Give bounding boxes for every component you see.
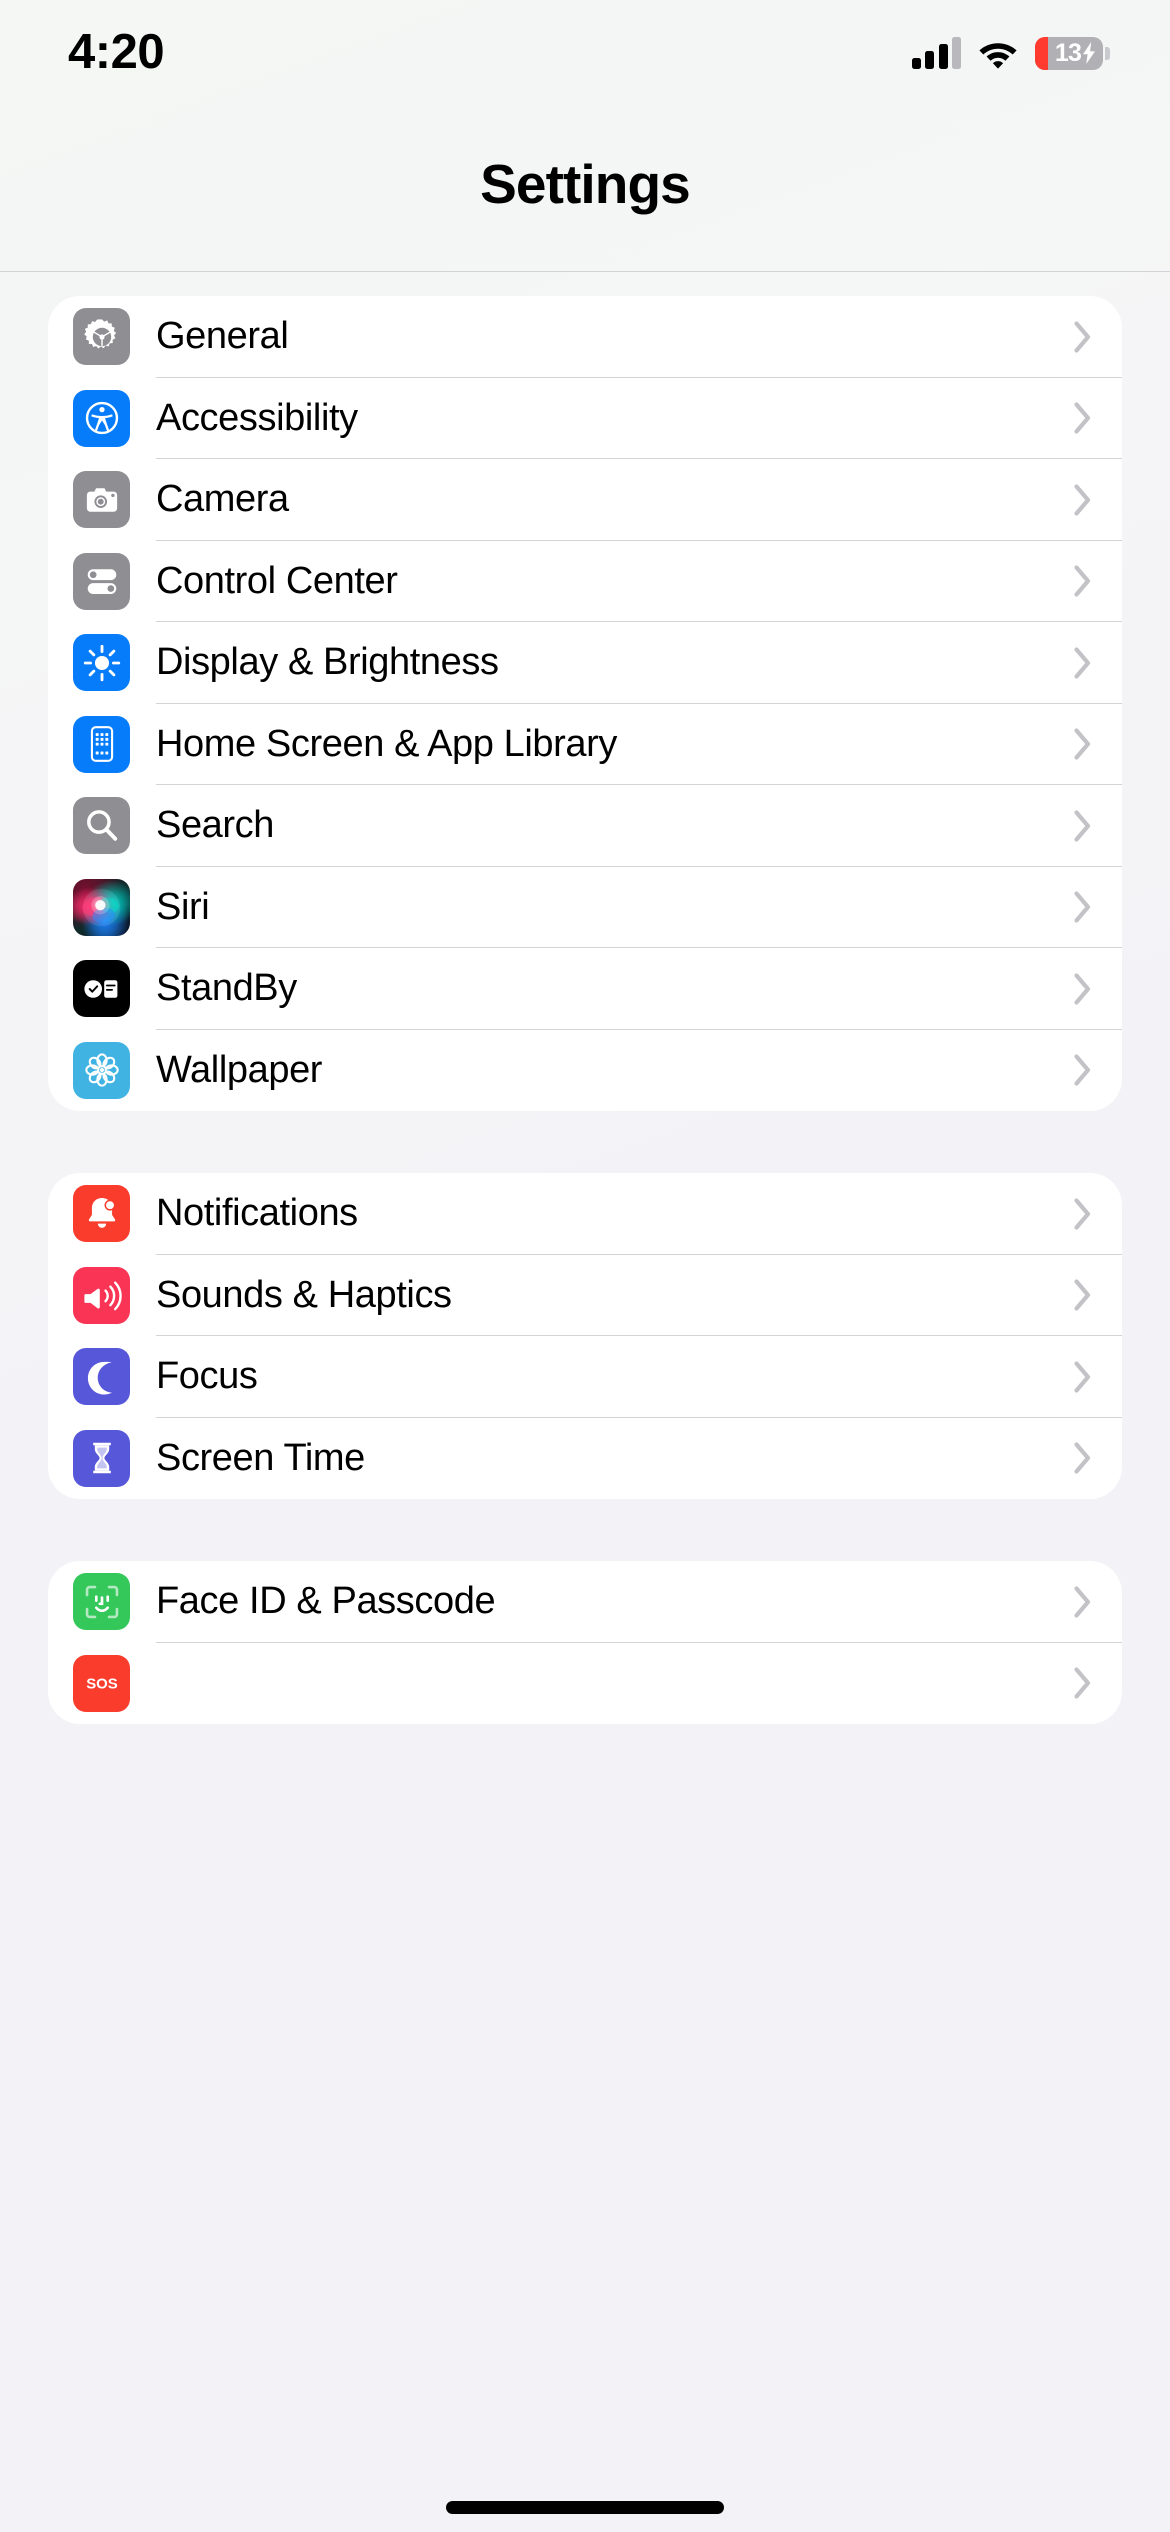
settings-row-label: StandBy: [156, 967, 297, 1010]
status-bar: 4:20 13: [0, 0, 1170, 96]
settings-row-label: Camera: [156, 478, 289, 521]
settings-row[interactable]: Camera: [48, 459, 1122, 541]
settings-row-label: Siri: [156, 885, 210, 928]
settings-row-label: Screen Time: [156, 1436, 365, 1479]
navigation-bar: Settings: [0, 96, 1170, 272]
settings-row-label: Display & Brightness: [156, 641, 499, 684]
settings-row[interactable]: Siri: [48, 867, 1122, 948]
chevron-right-icon: [1074, 565, 1092, 597]
siri-orb-icon: [73, 878, 130, 936]
settings-row[interactable]: Focus: [48, 1336, 1122, 1418]
flower-pattern-icon: [73, 1041, 130, 1099]
battery-charging-icon: 13: [1035, 36, 1110, 70]
cellular-signal-icon: [911, 37, 961, 69]
chevron-right-icon: [1074, 1198, 1092, 1230]
settings-row[interactable]: Face ID & Passcode: [48, 1561, 1122, 1643]
app-grid-phone-icon: [73, 715, 130, 773]
chevron-right-icon: [1074, 1279, 1092, 1311]
page-title: Settings: [480, 152, 691, 215]
sun-brightness-icon: [73, 634, 130, 692]
battery-body: 13: [1035, 36, 1103, 70]
wifi-icon: [979, 42, 1017, 69]
home-indicator-bar[interactable]: [446, 2501, 724, 2514]
hourglass-icon: [73, 1429, 130, 1487]
status-bar-icons: 13: [911, 36, 1110, 70]
settings-row[interactable]: SOS: [48, 1643, 1122, 1725]
settings-row[interactable]: Display & Brightness: [48, 622, 1122, 704]
chevron-right-icon: [1074, 321, 1092, 353]
chevron-right-icon: [1074, 728, 1092, 760]
settings-row[interactable]: Notifications: [48, 1173, 1122, 1255]
toggles-icon: [73, 552, 130, 610]
bell-badge-icon: [73, 1185, 130, 1243]
chevron-right-icon: [1074, 402, 1092, 434]
magnifier-icon: [73, 797, 130, 855]
settings-row[interactable]: Accessibility: [48, 378, 1122, 459]
settings-list[interactable]: General Accessibility Camera Control Cen…: [0, 273, 1170, 2532]
settings-row-label: Sounds & Haptics: [156, 1273, 452, 1316]
chevron-right-icon: [1074, 1054, 1092, 1086]
settings-row-label: Home Screen & App Library: [156, 722, 618, 765]
settings-row[interactable]: Control Center: [48, 541, 1122, 622]
face-id-icon: [73, 1573, 130, 1631]
standby-clock-widget-icon: [73, 960, 130, 1018]
security-group: Face ID & Passcode SOS: [48, 1561, 1122, 1724]
settings-row-label: Search: [156, 804, 275, 847]
speaker-waves-icon: [73, 1266, 130, 1324]
settings-row-label: Face ID & Passcode: [156, 1580, 496, 1623]
settings-row-label: Accessibility: [156, 396, 358, 439]
settings-row[interactable]: General: [48, 296, 1122, 378]
settings-row[interactable]: Search: [48, 785, 1122, 867]
system-group: General Accessibility Camera Control Cen…: [48, 296, 1122, 1111]
chevron-right-icon: [1074, 1361, 1092, 1393]
settings-row-label: Wallpaper: [156, 1048, 323, 1091]
emergency-sos-icon: SOS: [73, 1654, 130, 1712]
chevron-right-icon: [1074, 1667, 1092, 1699]
chevron-right-icon: [1074, 484, 1092, 516]
chevron-right-icon: [1074, 1586, 1092, 1618]
gear-icon: [73, 308, 130, 366]
settings-row-label: General: [156, 315, 289, 358]
settings-row-label: Control Center: [156, 559, 398, 602]
chevron-right-icon: [1074, 647, 1092, 679]
svg-text:SOS: SOS: [86, 1676, 118, 1693]
charging-bolt-icon: [1083, 42, 1095, 64]
chevron-right-icon: [1074, 973, 1092, 1005]
iphone-settings-screen: 4:20 13 Settings General Accessibility C…: [0, 0, 1170, 2532]
accessibility-person-icon: [73, 389, 130, 447]
settings-row[interactable]: StandBy: [48, 948, 1122, 1030]
settings-row-label: Notifications: [156, 1192, 358, 1235]
status-bar-clock: 4:20: [68, 24, 165, 79]
chevron-right-icon: [1074, 891, 1092, 923]
settings-row[interactable]: Sounds & Haptics: [48, 1255, 1122, 1336]
camera-icon: [73, 471, 130, 529]
chevron-right-icon: [1074, 810, 1092, 842]
alerts-group: Notifications Sounds & Haptics Focus Scr…: [48, 1173, 1122, 1499]
battery-cap: [1105, 46, 1110, 60]
crescent-moon-icon: [73, 1348, 130, 1406]
settings-row[interactable]: Home Screen & App Library: [48, 704, 1122, 785]
settings-row-label: Focus: [156, 1355, 258, 1398]
settings-row[interactable]: Wallpaper: [48, 1030, 1122, 1112]
settings-row[interactable]: Screen Time: [48, 1418, 1122, 1500]
chevron-right-icon: [1074, 1442, 1092, 1474]
